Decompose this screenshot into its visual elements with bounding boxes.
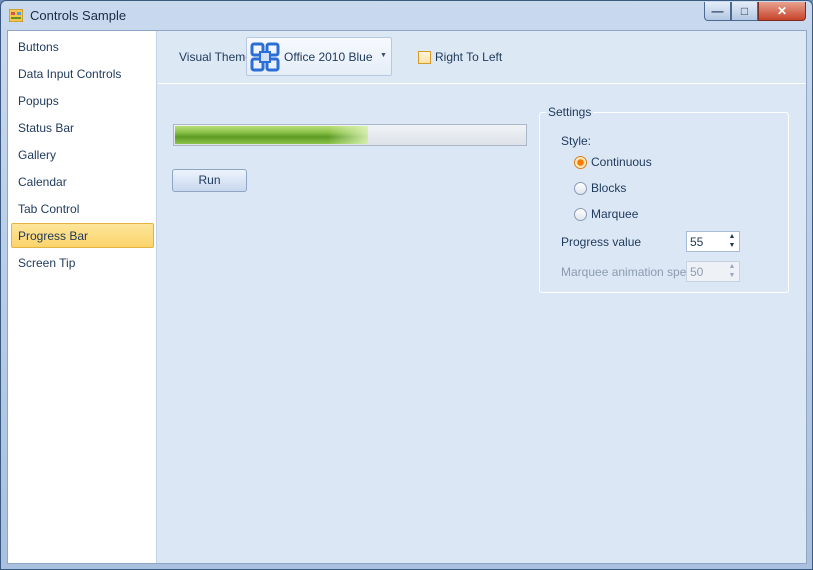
sidebar-item-label: Buttons — [18, 40, 59, 54]
sidebar-item-popups[interactable]: Popups — [11, 88, 154, 113]
sidebar-item-label: Screen Tip — [18, 256, 76, 270]
minimize-icon: — — [711, 4, 724, 18]
marquee-speed-input: 50 — [690, 265, 704, 279]
sidebar-item-progress-bar[interactable]: Progress Bar — [11, 223, 154, 248]
visual-theme-value: Office 2010 Blue — [284, 50, 373, 64]
sidebar-item-gallery[interactable]: Gallery — [11, 142, 154, 167]
spin-arrows-icon: ▲ ▼ — [728, 263, 736, 279]
marquee-speed-stepper: 50 ▲ ▼ — [686, 261, 740, 282]
sidebar-item-label: Popups — [18, 94, 59, 108]
sidebar-item-label: Calendar — [18, 175, 67, 189]
office-logo-icon — [250, 42, 280, 72]
sidebar-item-label: Data Input Controls — [18, 67, 122, 81]
right-to-left-label[interactable]: Right To Left — [435, 50, 502, 64]
marquee-speed-label: Marquee animation speed — [561, 265, 700, 279]
maximize-icon: □ — [740, 4, 749, 18]
progress-value-input[interactable]: 55 — [690, 235, 703, 249]
sidebar-item-label: Status Bar — [18, 121, 75, 135]
visual-theme-label: Visual Theme — [179, 50, 252, 64]
settings-legend: Settings — [546, 105, 594, 119]
sidebar-item-buttons[interactable]: Buttons — [11, 34, 154, 59]
chevron-down-icon[interactable]: ▼ — [380, 52, 387, 59]
progress-value-stepper[interactable]: 55 ▲ ▼ — [686, 231, 740, 252]
settings-group: Settings Style: Continuous Blocks Marque… — [539, 105, 789, 293]
client-area: Buttons Data Input Controls Popups Statu… — [7, 30, 807, 564]
sidebar-item-calendar[interactable]: Calendar — [11, 169, 154, 194]
sidebar-item-data-input-controls[interactable]: Data Input Controls — [11, 61, 154, 86]
run-button[interactable]: Run — [172, 169, 247, 192]
progress-value-label: Progress value — [561, 235, 642, 249]
sidebar-item-label: Gallery — [18, 148, 57, 162]
right-to-left-checkbox[interactable] — [418, 51, 431, 64]
theme-toolbar: Visual Theme Office 2010 Blue ▼ Right To… — [158, 31, 806, 84]
progress-bar-fill — [175, 126, 368, 144]
close-button[interactable]: ✕ — [758, 2, 806, 21]
app-icon — [9, 9, 23, 22]
spin-arrows-icon[interactable]: ▲ ▼ — [725, 232, 739, 251]
sidebar-item-status-bar[interactable]: Status Bar — [11, 115, 154, 140]
minimize-button[interactable]: — — [704, 2, 731, 21]
style-blocks-radio[interactable] — [574, 182, 587, 195]
progress-bar — [173, 124, 527, 146]
style-marquee-radio[interactable] — [574, 208, 587, 221]
main-window: Controls Sample — □ ✕ Buttons Data Input… — [0, 0, 813, 570]
style-label: Style: — [561, 134, 592, 148]
title-bar[interactable]: Controls Sample — □ ✕ — [1, 1, 812, 30]
maximize-button[interactable]: □ — [731, 2, 758, 21]
style-marquee-label[interactable]: Marquee — [591, 207, 638, 221]
sidebar-item-tab-control[interactable]: Tab Control — [11, 196, 154, 221]
visual-theme-combobox[interactable]: Office 2010 Blue ▼ — [246, 37, 392, 76]
sidebar-item-label: Progress Bar — [18, 229, 89, 243]
close-icon: ✕ — [776, 4, 788, 18]
style-continuous-label[interactable]: Continuous — [591, 155, 652, 169]
style-continuous-radio[interactable] — [574, 156, 587, 169]
window-title: Controls Sample — [30, 8, 127, 23]
sidebar-nav: Buttons Data Input Controls Popups Statu… — [8, 31, 157, 563]
sidebar-item-screen-tip[interactable]: Screen Tip — [11, 250, 154, 275]
sidebar-item-label: Tab Control — [18, 202, 80, 216]
style-blocks-label[interactable]: Blocks — [591, 181, 626, 195]
